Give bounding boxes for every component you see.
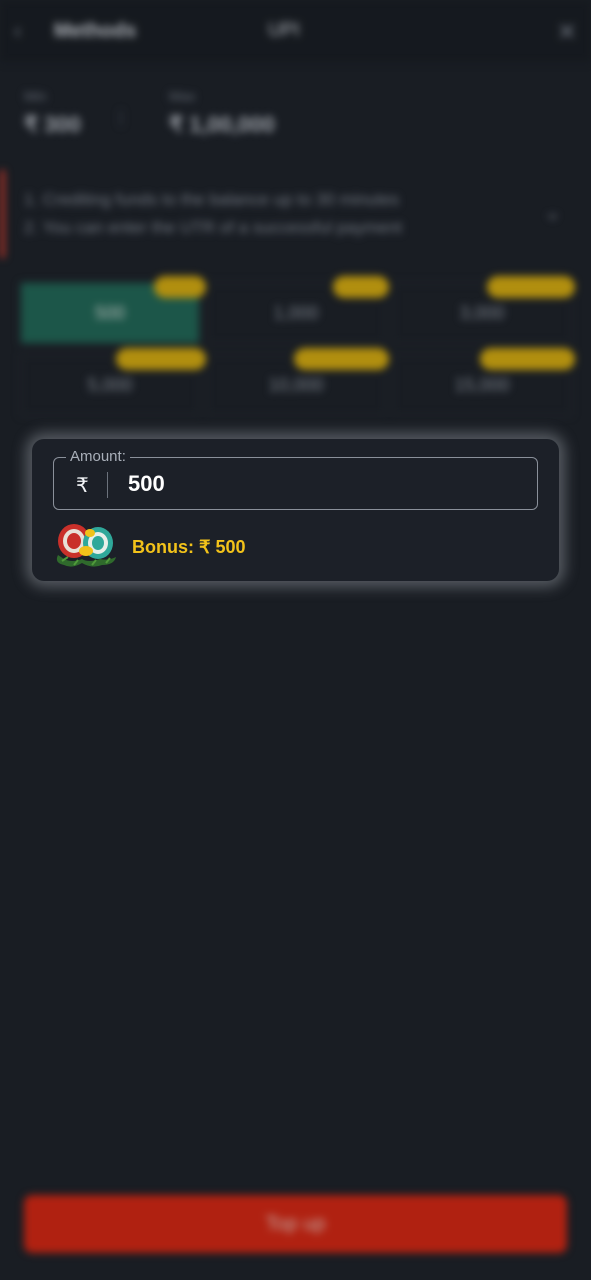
field-divider bbox=[107, 472, 108, 498]
amount-field[interactable]: Amount: ₹ bbox=[53, 448, 538, 510]
deposit-screen: ‹ Methods UPI ✕ Min ₹ 300 Max ₹ 1,00,000… bbox=[0, 0, 591, 1280]
amount-card: Amount: ₹ Bonus: ₹ 500 bbox=[32, 439, 559, 581]
amount-label: Amount: bbox=[66, 448, 130, 465]
currency-symbol: ₹ bbox=[76, 475, 89, 497]
bonus-row: Bonus: ₹ 500 bbox=[52, 521, 532, 571]
amount-input[interactable] bbox=[128, 470, 508, 498]
gift-chips-icon bbox=[56, 524, 116, 567]
dim-overlay bbox=[0, 0, 591, 1280]
bonus-text: Bonus: ₹ 500 bbox=[132, 537, 246, 557]
